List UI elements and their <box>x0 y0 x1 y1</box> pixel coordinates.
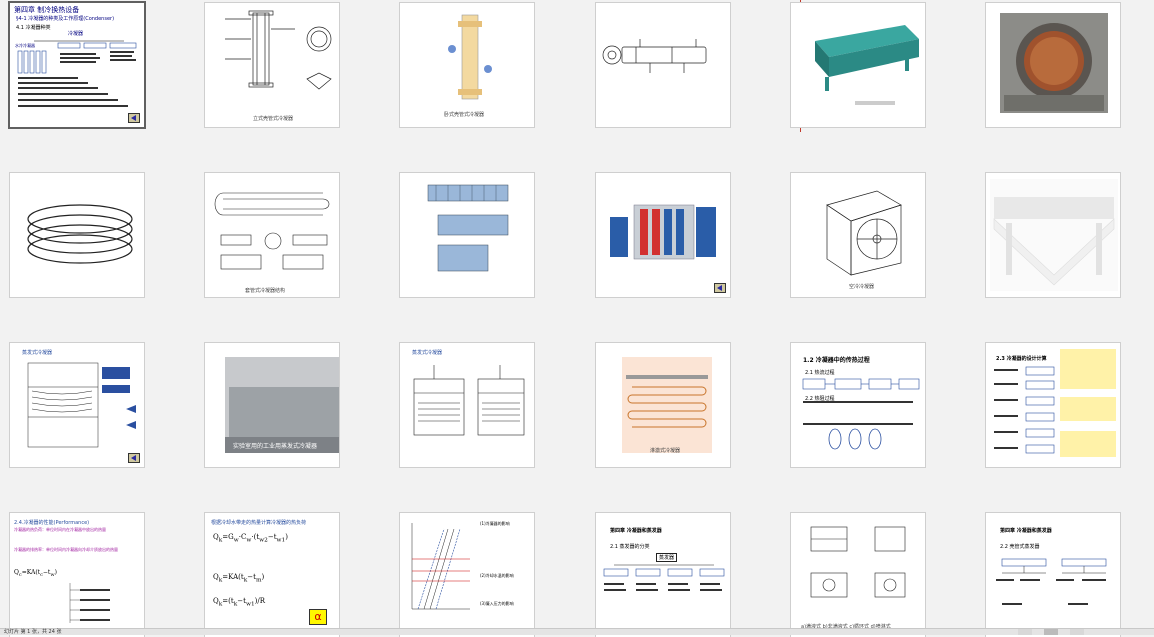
section-heading: 2.2 壳管式蒸发器 <box>1000 544 1040 550</box>
slide-thumb-14[interactable]: 实验室用的工业用蒸发式冷凝器 <box>205 343 339 467</box>
note-2: (2)冷却水温的影响 <box>480 573 514 578</box>
slide-heading: 4.1 冷凝器种类 <box>16 25 51 31</box>
slide-title: 第四章 冷凝器和蒸发器 <box>1000 528 1052 534</box>
design-steps-chart <box>994 366 1055 454</box>
slide-thumb-19[interactable]: 2.4.冷凝器的性能(Performance) 冷凝器的热负荷：单位时间内在冷凝… <box>10 513 144 637</box>
spray-condenser-drawing <box>622 357 712 453</box>
slide-thumb-7[interactable] <box>10 173 144 297</box>
slide-thumb-13[interactable]: 蒸发式冷凝器 <box>10 343 144 467</box>
section-heading: 2.1 蒸发器的分类 <box>610 544 650 550</box>
next-slide-icon <box>128 453 140 463</box>
formula-q-resistance: Qk=(tk−tw1)/R <box>213 597 266 608</box>
slide-thumb-23[interactable]: a)满液式 b)非满液式 c)循环式 d)喷淋式 <box>791 513 925 637</box>
water-condenser-label: 水冷冷凝器 <box>15 43 35 48</box>
slide-caption: 套管式冷凝器结构 <box>245 288 286 294</box>
slide-thumb-2[interactable]: 立式壳管式冷凝器 <box>205 3 339 127</box>
slide-thumb-20[interactable]: 根据冷却水带走的热量计算冷凝器的热负荷 Qk=Gw·Cw·(tw2−tw1) Q… <box>205 513 339 637</box>
status-text: 幻灯片 第 1 张，共 24 张 <box>4 629 62 635</box>
line-heat-load: 冷凝器的热负荷：单位时间内在冷凝器中放出的热量 <box>14 527 106 532</box>
slide-thumb-24[interactable]: 第四章 冷凝器和蒸发器 2.2 壳管式蒸发器 <box>986 513 1120 637</box>
formula-panel <box>1060 431 1116 457</box>
root-label: 冷凝器 <box>68 31 84 37</box>
slide-caption: 实验室用的工业用蒸发式冷凝器 <box>233 443 318 450</box>
slide-thumb-15[interactable]: 蒸发式冷凝器 <box>400 343 534 467</box>
evaporative-condenser-section <box>413 365 525 436</box>
slide-caption: 淋激式冷凝器 <box>650 448 681 454</box>
note-3: (3)凝入压力的影响 <box>480 601 514 606</box>
slide-title: 蒸发式冷凝器 <box>412 350 443 356</box>
slide-thumb-9[interactable] <box>400 173 534 297</box>
formula-q: Qc=KA(tc−tw) <box>14 569 57 579</box>
air-cooled-condenser-drawing <box>826 190 902 276</box>
slide-thumb-12[interactable] <box>986 173 1120 297</box>
slide-thumb-3[interactable]: 卧式壳管式冷凝器 <box>400 3 534 127</box>
shell-tube-classification <box>996 558 1107 605</box>
classification-diagram <box>17 40 137 107</box>
formula-panel <box>1060 349 1116 389</box>
formula-q-water: Qk=Gw·Cw·(tw2−tw1) <box>213 533 288 544</box>
cooling-tower-photo <box>225 357 339 453</box>
slide-thumb-1[interactable]: 第四章 制冷换热设备 §4-1 冷凝器的种类及工作原理(Condenser) 4… <box>10 3 144 127</box>
slide-title: 第四章 制冷换热设备 <box>14 6 80 14</box>
slide-subtitle: §4-1 冷凝器的种类及工作原理(Condenser) <box>16 16 115 22</box>
formula-annotations <box>69 583 110 623</box>
slide-thumb-22[interactable]: 第四章 冷凝器和蒸发器 2.1 蒸发器的分类 蒸发器 <box>596 513 730 637</box>
slide-title: 第四章 冷凝器和蒸发器 <box>610 528 662 534</box>
slide-caption: 空冷冷凝器 <box>849 284 875 290</box>
vertical-condenser-diagram <box>225 10 332 90</box>
normal-view-button[interactable] <box>1018 629 1032 635</box>
slide-thumb-17[interactable]: 1.2 冷凝器中的传热过程 2.1 热流过程 2.2 热阻过程 <box>791 343 925 467</box>
next-slide-icon <box>714 283 726 293</box>
slide-title: 蒸发式冷凝器 <box>22 350 53 356</box>
slide-thumb-5[interactable] <box>791 3 925 127</box>
double-pipe-diagram <box>214 192 330 270</box>
slide-thumb-18[interactable]: 2.3 冷凝器的设计计算 <box>986 343 1120 467</box>
slide-thumb-6[interactable] <box>986 3 1120 127</box>
evaporative-condenser-diagram <box>27 362 136 448</box>
slide-thumb-10[interactable] <box>596 173 730 297</box>
heat-transfer-flow <box>802 378 920 450</box>
temperature-chart <box>411 523 470 610</box>
formula-q-ka: Qk=KA(tk−tm) <box>213 573 265 584</box>
plate-condenser-drawing <box>427 184 509 272</box>
horizontal-condenser-diagram <box>448 14 492 100</box>
slide-thumb-4[interactable] <box>596 3 730 127</box>
slide-title: 2.3 冷凝器的设计计算 <box>996 356 1047 362</box>
slide-sorter-view-button[interactable] <box>1044 629 1058 635</box>
formula-panel <box>1060 397 1116 421</box>
evaporator-types-diagram <box>810 526 906 598</box>
slide-thumb-8[interactable]: 套管式冷凝器结构 <box>205 173 339 297</box>
slide-caption: 卧式壳管式冷凝器 <box>444 112 485 118</box>
evaporator-classification <box>603 564 725 591</box>
alpha-symbol: α <box>309 609 327 625</box>
plate-heat-exchanger-image <box>610 204 716 260</box>
section-heading: 2.1 热流过程 <box>805 370 835 376</box>
note-1: (1)冷凝器的影响 <box>480 521 510 526</box>
slide-title: 根据冷却水带走的热量计算冷凝器的热负荷 <box>211 520 307 526</box>
coil-condenser-diagram <box>27 204 133 264</box>
slide-title: 2.4.冷凝器的性能(Performance) <box>14 520 90 526</box>
shell-tube-drawing <box>602 39 707 73</box>
tube-sheet-photo <box>1000 13 1108 113</box>
line-heat-rejection: 冷凝器的排热率：单位时间内冷凝器向冷却介质放出的热量 <box>14 547 118 552</box>
condenser-photo <box>795 11 923 111</box>
next-slide-icon <box>128 113 140 123</box>
slideshow-view-button[interactable] <box>1070 629 1084 635</box>
slide-title: 1.2 冷凝器中的传热过程 <box>803 357 870 364</box>
slide-caption: 立式壳管式冷凝器 <box>253 116 294 122</box>
air-cooled-unit-photo <box>990 179 1118 291</box>
slide-thumb-11[interactable]: 空冷冷凝器 <box>791 173 925 297</box>
slide-thumb-21[interactable]: (1)冷凝器的影响 (2)冷却水温的影响 (3)凝入压力的影响 <box>400 513 534 637</box>
slide-thumb-16[interactable]: 淋激式冷凝器 <box>596 343 730 467</box>
